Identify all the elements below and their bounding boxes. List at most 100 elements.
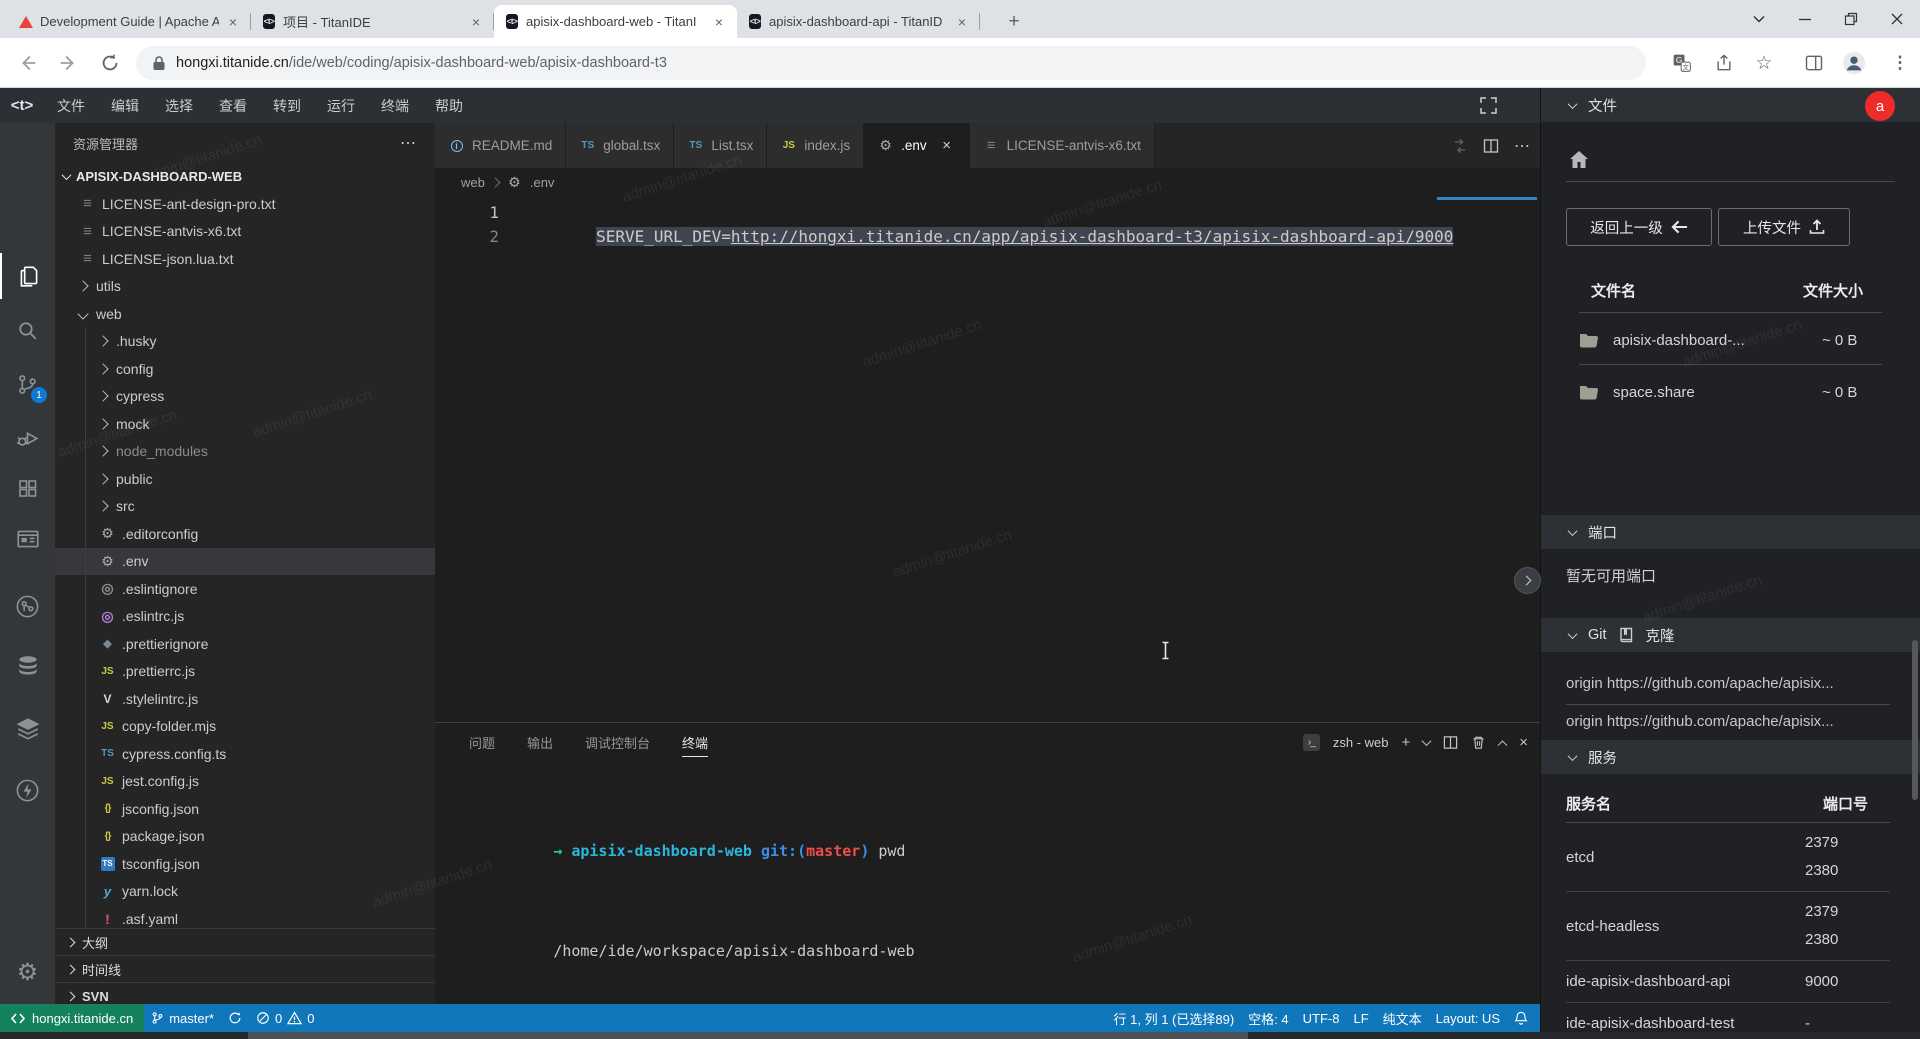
tab-close-icon[interactable] xyxy=(954,14,970,30)
code-area[interactable]: 1 2 SERVE_URL_DEV=http://hongxi.titanide… xyxy=(435,196,1540,722)
git-section-header[interactable]: Git 克隆 xyxy=(1541,618,1920,652)
panel-tab[interactable]: 问题 xyxy=(457,723,507,761)
breadcrumb-file[interactable]: .env xyxy=(530,175,555,190)
forward-button[interactable] xyxy=(56,51,80,75)
address-bar[interactable]: hongxi.titanide.cn/ide/web/coding/apisix… xyxy=(136,46,1646,80)
tree-item[interactable]: tsconfig.json xyxy=(55,850,435,878)
scrollbar-thumb[interactable] xyxy=(248,1032,1248,1039)
git-remote-row[interactable]: origin https://github.com/apache/apisix.… xyxy=(1566,713,1896,730)
sidebar-section-header[interactable]: 时间线 xyxy=(55,955,435,982)
service-row[interactable]: ide-apisix-dashboard-api 9000 xyxy=(1566,961,1890,1003)
tree-item[interactable]: .eslintignore xyxy=(55,575,435,603)
tree-item[interactable]: utils xyxy=(55,273,435,301)
share-icon[interactable] xyxy=(1712,51,1736,75)
split-editor-icon[interactable] xyxy=(1483,138,1499,154)
database-icon[interactable] xyxy=(0,643,55,689)
extensions-icon[interactable] xyxy=(0,466,55,512)
go-up-button[interactable]: 返回上一级 xyxy=(1566,208,1712,246)
browser-tab[interactable]: apisix-dashboard-web - TitanI xyxy=(494,5,737,38)
editor-tab[interactable]: README.md xyxy=(435,123,566,168)
editor-tab[interactable]: LICENSE-antvis-x6.txt xyxy=(970,123,1155,168)
sidebar-section-header[interactable]: 大纲 xyxy=(55,928,435,955)
tree-item[interactable]: LICENSE-ant-design-pro.txt xyxy=(55,190,435,218)
files-section-header[interactable]: 文件 a xyxy=(1541,88,1920,122)
tree-item[interactable]: config xyxy=(55,355,435,383)
cursor-position[interactable]: 行 1, 列 1 (已选择89) xyxy=(1107,1009,1242,1028)
layers-icon[interactable] xyxy=(0,706,55,752)
notifications-bell-icon[interactable] xyxy=(1507,1011,1540,1026)
user-avatar[interactable]: a xyxy=(1865,91,1895,121)
tree-item[interactable]: .husky xyxy=(55,328,435,356)
remote-indicator[interactable]: hongxi.titanide.cn xyxy=(0,1004,144,1032)
tree-item[interactable]: cypress xyxy=(55,383,435,411)
panel-tab[interactable]: 终端 xyxy=(670,723,720,761)
restore-button[interactable] xyxy=(1828,0,1874,38)
tree-root[interactable]: APISIX-DASHBOARD-WEB xyxy=(55,163,435,190)
tree-item[interactable]: public xyxy=(55,465,435,493)
indentation[interactable]: 空格: 4 xyxy=(1241,1009,1295,1028)
browser-tab[interactable]: Development Guide | Apache A xyxy=(8,5,251,38)
search-icon[interactable] xyxy=(0,307,55,353)
eol[interactable]: LF xyxy=(1346,1011,1375,1026)
keyboard-layout[interactable]: Layout: US xyxy=(1429,1011,1507,1026)
file-row[interactable]: apisix-dashboard-... ~ 0 B xyxy=(1579,318,1882,362)
shell-label[interactable]: zsh - web xyxy=(1333,735,1389,750)
breadcrumb[interactable]: web .env xyxy=(435,168,1540,196)
editor-tab[interactable]: List.tsx xyxy=(674,123,767,168)
tree-item[interactable]: mock xyxy=(55,410,435,438)
tab-close-icon[interactable] xyxy=(468,14,484,30)
tab-close-icon[interactable] xyxy=(225,14,241,30)
source-control-icon[interactable]: 1 xyxy=(0,361,55,407)
encoding[interactable]: UTF-8 xyxy=(1296,1011,1347,1026)
tab-search-chevron-icon[interactable] xyxy=(1736,0,1782,38)
tree-item[interactable]: jsconfig.json xyxy=(55,795,435,823)
tab-close-icon[interactable] xyxy=(711,14,727,30)
editor-tab[interactable]: index.js xyxy=(767,123,864,168)
split-terminal-icon[interactable] xyxy=(1443,735,1458,750)
tree-item[interactable]: LICENSE-json.lua.txt xyxy=(55,245,435,273)
menu-item[interactable]: 运行 xyxy=(314,88,368,123)
split-screen-icon[interactable] xyxy=(1802,51,1826,75)
panel-scrollbar-thumb[interactable] xyxy=(1912,640,1918,800)
run-debug-icon[interactable] xyxy=(0,415,55,461)
git-branch-item[interactable]: master* xyxy=(144,1011,221,1026)
editor-tab[interactable]: global.tsx xyxy=(566,123,674,168)
code-env-url-link[interactable]: http://hongxi.titanide.cn/app/apisix-das… xyxy=(731,227,1453,246)
tree-item[interactable]: yarn.lock xyxy=(55,878,435,906)
reload-button[interactable] xyxy=(98,51,122,75)
services-section-header[interactable]: 服务 xyxy=(1541,740,1920,774)
tree-item[interactable]: jest.config.js xyxy=(55,768,435,796)
git-remote-row[interactable]: origin https://github.com/apache/apisix.… xyxy=(1566,675,1896,692)
menu-item[interactable]: 终端 xyxy=(368,88,422,123)
menu-item[interactable]: 查看 xyxy=(206,88,260,123)
panel-tab[interactable]: 输出 xyxy=(515,723,565,761)
git-clone-label[interactable]: 克隆 xyxy=(1646,625,1675,646)
menu-item[interactable]: 选择 xyxy=(152,88,206,123)
browser-tab[interactable]: 项目 - TitanIDE xyxy=(251,5,494,38)
explorer-icon[interactable] xyxy=(0,253,55,299)
tree-item[interactable]: src xyxy=(55,493,435,521)
maximize-panel-icon[interactable] xyxy=(1498,740,1508,750)
breadcrumb-folder[interactable]: web xyxy=(461,175,485,190)
translate-icon[interactable]: G文 xyxy=(1670,51,1694,75)
tree-item[interactable]: .eslintrc.js xyxy=(55,603,435,631)
tab-close-icon[interactable] xyxy=(938,137,956,155)
code-lines[interactable]: SERVE_URL_DEV=http://hongxi.titanide.cn/… xyxy=(519,201,1453,273)
preview-window-icon[interactable] xyxy=(0,516,55,562)
panel-tab[interactable]: 调试控制台 xyxy=(573,723,662,761)
language-mode[interactable]: 纯文本 xyxy=(1376,1009,1429,1028)
back-button[interactable] xyxy=(16,51,40,75)
ports-section-header[interactable]: 端口 xyxy=(1541,515,1920,549)
pipeline-icon[interactable] xyxy=(0,583,55,629)
tree-item[interactable]: LICENSE-antvis-x6.txt xyxy=(55,218,435,246)
new-terminal-icon[interactable]: + xyxy=(1401,734,1410,751)
service-row[interactable]: etcd-headless 2379 2380 xyxy=(1566,892,1890,961)
tree-item[interactable]: copy-folder.mjs xyxy=(55,713,435,741)
kill-terminal-icon[interactable] xyxy=(1471,735,1486,750)
upload-file-button[interactable]: 上传文件 xyxy=(1718,208,1850,246)
sync-item[interactable] xyxy=(221,1011,249,1025)
bookmark-star-icon[interactable]: ☆ xyxy=(1752,51,1776,75)
compare-changes-icon[interactable] xyxy=(1452,138,1468,154)
menu-item[interactable]: 文件 xyxy=(44,88,98,123)
close-panel-icon[interactable]: × xyxy=(1519,734,1528,751)
